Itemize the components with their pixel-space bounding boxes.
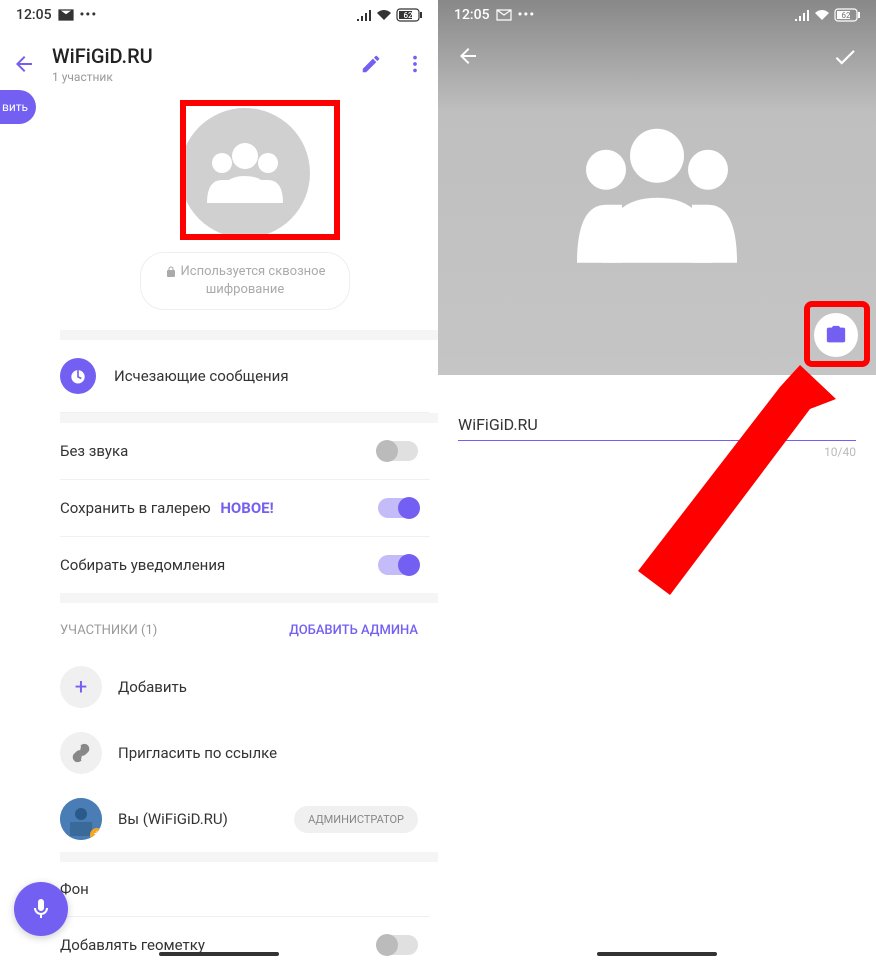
signal-icon (794, 9, 810, 21)
mute-toggle[interactable] (378, 441, 418, 461)
plus-icon: + (60, 666, 102, 708)
star-badge-icon: ★ (90, 828, 102, 840)
gmail-icon (496, 9, 512, 21)
confirm-check-icon[interactable] (832, 44, 858, 70)
mute-row[interactable]: Без звука (60, 423, 430, 480)
user-avatar: ★ (60, 798, 102, 840)
wifi-icon (376, 9, 392, 21)
link-icon (60, 732, 102, 774)
highlight-box-avatar (180, 100, 340, 240)
status-bar: 12:05 ••• 62 (438, 0, 876, 30)
lock-icon (165, 266, 177, 278)
status-time: 12:05 (454, 7, 490, 23)
status-more-icon: ••• (80, 7, 98, 23)
side-tab[interactable]: вить (0, 90, 36, 124)
edit-icon[interactable] (360, 53, 382, 75)
new-badge: НОВОЕ! (220, 499, 273, 517)
group-subtitle: 1 участник (52, 70, 344, 84)
geotag-toggle[interactable] (378, 935, 418, 955)
save-gallery-row[interactable]: Сохранить в галерею НОВОЕ! (60, 480, 430, 537)
add-admin-link[interactable]: ДОБАВИТЬ АДМИНА (289, 623, 418, 638)
collect-notifications-toggle[interactable] (378, 555, 418, 575)
wifi-icon (814, 9, 830, 21)
status-bar: 12:05 ••• 62 (0, 0, 438, 30)
add-member-row[interactable]: + Добавить (60, 654, 430, 720)
more-vertical-icon[interactable] (404, 53, 426, 75)
battery-icon: 62 (834, 8, 860, 22)
background-row[interactable]: Фон (60, 862, 430, 917)
home-indicator[interactable] (159, 952, 279, 956)
admin-badge: АДМИНИСТРАТОР (294, 806, 418, 833)
members-section-header: УЧАСТНИКИ (1) ДОБАВИТЬ АДМИНА (60, 603, 430, 654)
svg-text:62: 62 (841, 11, 851, 20)
highlight-box-camera (804, 301, 870, 367)
timer-icon (60, 358, 96, 394)
group-name-input[interactable]: WiFiGiD.RU (458, 415, 856, 441)
collect-notifications-row[interactable]: Собирать уведомления (60, 537, 430, 593)
status-time: 12:05 (16, 7, 52, 23)
mic-fab[interactable] (14, 882, 68, 936)
gmail-icon (58, 9, 74, 21)
home-indicator[interactable] (597, 952, 717, 956)
back-arrow-icon[interactable] (12, 52, 36, 76)
member-you-row[interactable]: ★ Вы (WiFiGiD.RU) АДМИНИСТРАТОР (60, 786, 430, 852)
group-avatar-section: Используется сквозное шифрование (60, 98, 430, 330)
encryption-pill[interactable]: Используется сквозное шифрование (140, 252, 351, 310)
svg-text:62: 62 (403, 11, 413, 20)
group-avatar-large[interactable] (572, 122, 742, 267)
invite-link-row[interactable]: Пригласить по ссылке (60, 720, 430, 786)
back-arrow-icon[interactable] (456, 44, 480, 70)
phone-left-group-info: 12:05 ••• 62 WiFiGiD.RU 1 участник вить (0, 0, 438, 960)
group-people-icon (572, 122, 742, 267)
group-header: WiFiGiD.RU 1 участник (0, 30, 438, 98)
status-more-icon: ••• (518, 7, 536, 23)
signal-icon (356, 9, 372, 21)
mic-icon (29, 897, 53, 921)
disappearing-messages-row[interactable]: Исчезающие сообщения (60, 340, 430, 413)
char-count: 10/40 (458, 445, 856, 459)
battery-icon: 62 (396, 8, 422, 22)
save-gallery-toggle[interactable] (378, 498, 418, 518)
group-title: WiFiGiD.RU (52, 44, 344, 68)
phone-right-edit-group: 12:05 ••• 62 (438, 0, 876, 960)
